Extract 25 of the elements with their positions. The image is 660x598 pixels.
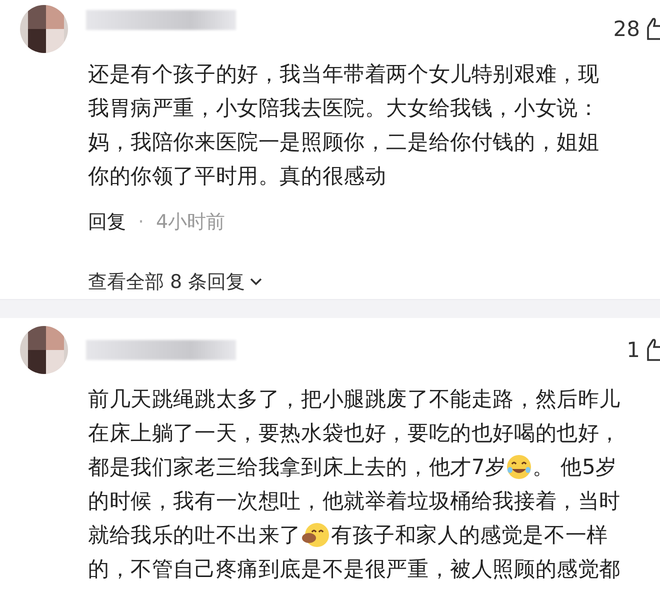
timestamp: 4小时前 <box>156 210 226 235</box>
comment-text: 。 他5岁 <box>532 454 617 481</box>
comment-text: 在床上躺了一天，要热水袋也好，要吃的也好喝的也好， <box>88 420 620 447</box>
like-count: 28 <box>613 16 640 40</box>
comment-text: 你的你领了平时用。真的很感动 <box>88 163 386 190</box>
view-replies-link[interactable]: 查看全部 8 条回复 <box>88 265 264 299</box>
separator: · <box>138 211 144 233</box>
blushing-emoji-icon <box>301 522 331 548</box>
thumbs-up-icon[interactable] <box>646 16 660 40</box>
laughing-emoji-icon <box>506 454 532 480</box>
comment-text: 就给我乐的吐不出来了 <box>88 522 301 549</box>
comment-text: 前几天跳绳跳太多了，把小腿跳废了不能走路，然后昨儿 <box>88 386 620 413</box>
comment-text: 妈，我陪你来医院一是照顾你，二是给你付钱的，姐姐 <box>88 129 600 156</box>
reply-link[interactable]: 回复 <box>88 209 126 235</box>
comment-text: 我胃病严重，小女陪我去医院。大女给我钱，小女说： <box>88 95 600 122</box>
comment-text: 都是我们家老三给我拿到床上去的，他才7岁 <box>88 454 506 481</box>
comment-text: 的时候，我有一次想吐，他就举着垃圾桶给我接着，当时 <box>88 488 620 515</box>
comment-text: 的，不管自己疼痛到底是不是很严重，被人照顾的感觉都 <box>88 556 620 583</box>
avatar <box>20 4 68 52</box>
comment-text: 还是有个孩子的好，我当年带着两个女儿特别艰难，现 <box>88 61 600 88</box>
avatar <box>20 326 68 374</box>
chevron-down-icon <box>249 277 264 287</box>
comment-text: 有孩子和家人的感觉是不一样 <box>331 522 608 549</box>
like-count: 1 <box>626 338 640 362</box>
thumbs-up-icon[interactable] <box>646 338 660 362</box>
